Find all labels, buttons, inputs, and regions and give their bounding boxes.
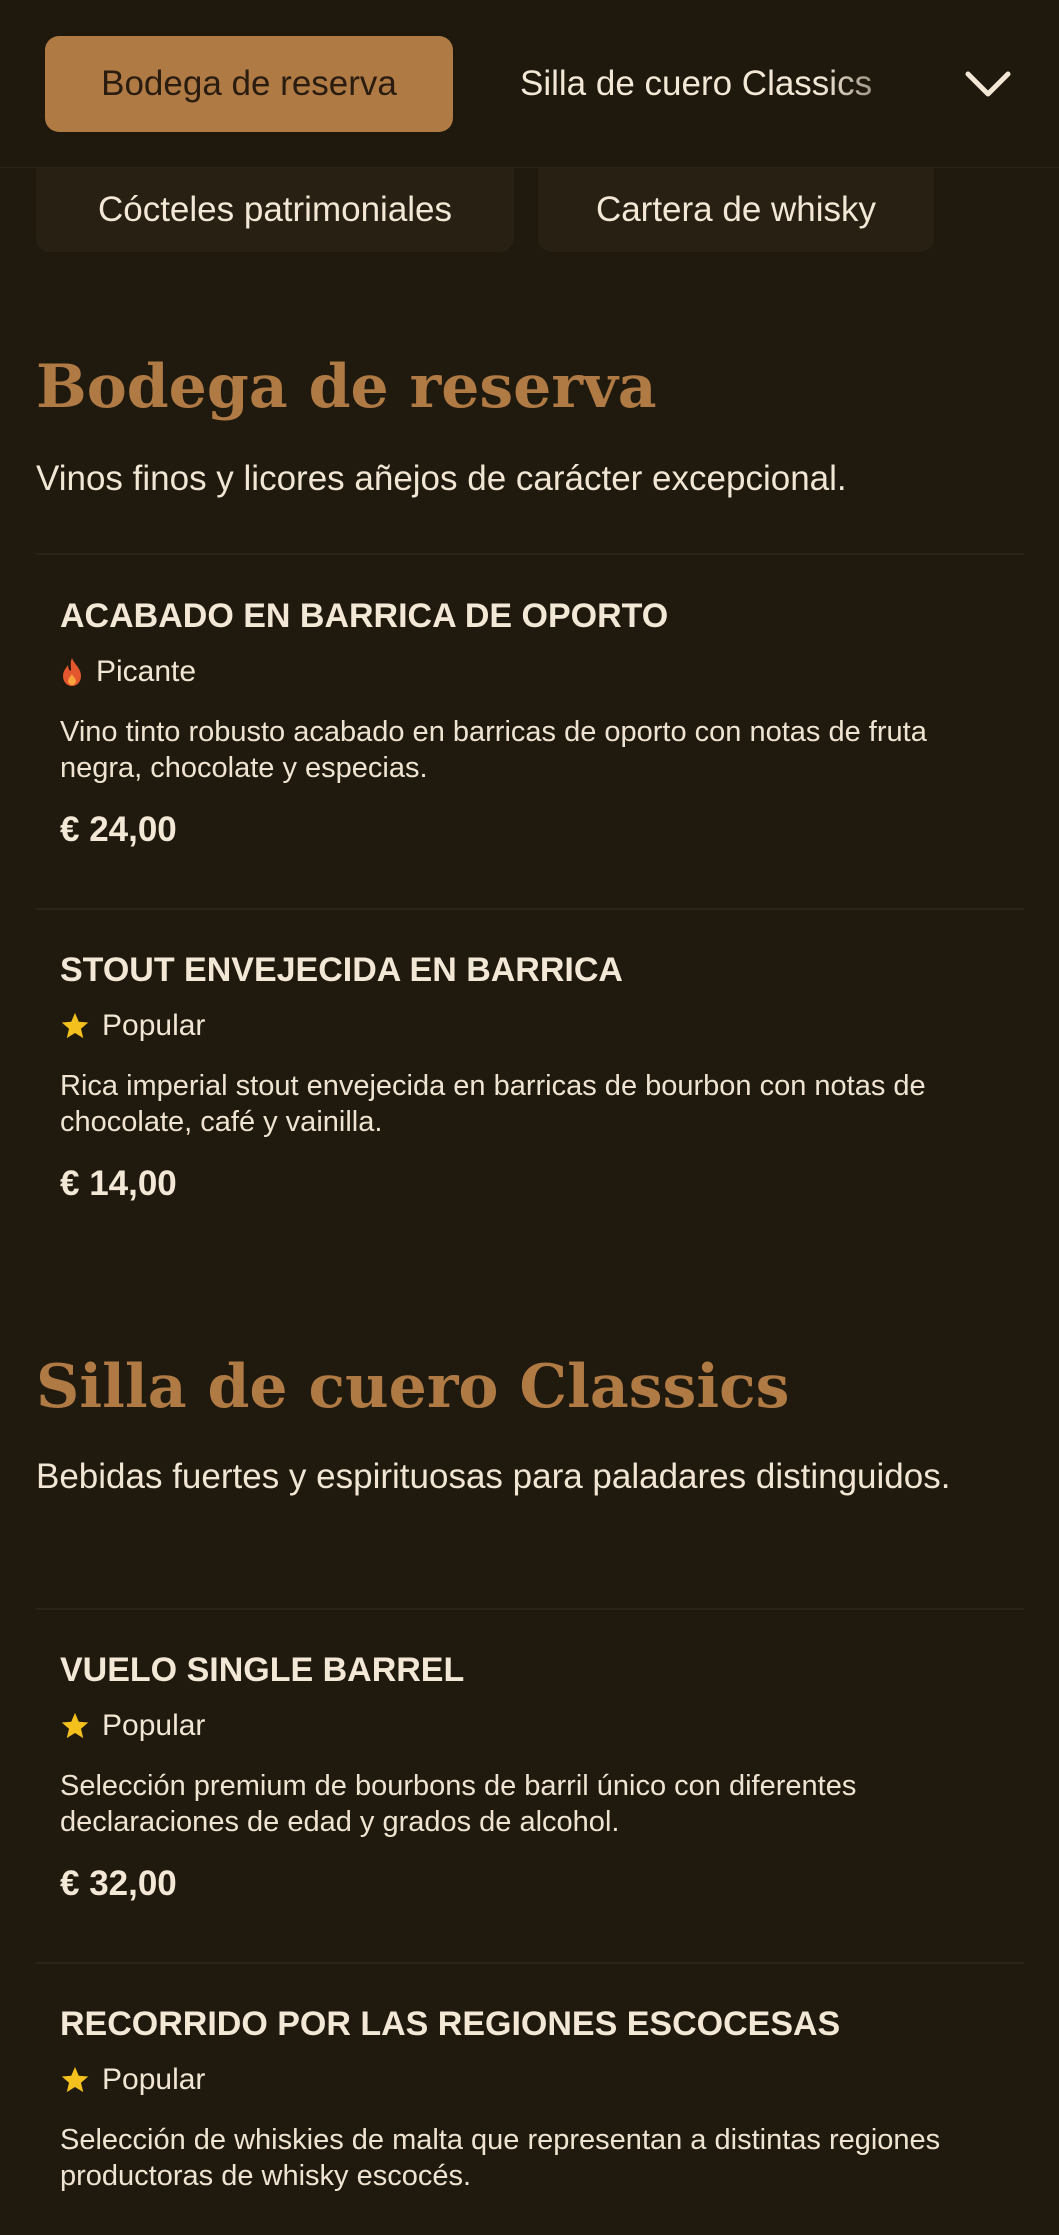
divider [36,553,1024,555]
category-tab-bodega-de-reserva[interactable]: Bodega de reserva [45,36,453,132]
menu-item-vuelo-single-barrel[interactable]: VUELO SINGLE BARREL Popular Selección pr… [60,1648,1000,1908]
divider [36,908,1024,910]
menu-item-recorrido-por-las-regiones-escocesas[interactable]: RECORRIDO POR LAS REGIONES ESCOCESAS Pop… [60,2002,1000,2194]
section-description: Bebidas fuertes y espirituosas para pala… [36,1457,951,1496]
star-icon [61,1012,89,1039]
menu-item-stout-envejecida-en-barrica[interactable]: STOUT ENVEJECIDA EN BARRICA Popular Rica… [60,948,1000,1208]
item-name: VUELO SINGLE BARREL [60,1651,465,1689]
item-name: STOUT ENVEJECIDA EN BARRICA [60,951,623,989]
section-title-silla-de-cuero-classics: Silla de cuero Classics [36,1352,790,1422]
item-name: ACABADO EN BARRICA DE OPORTO [60,597,669,635]
badge-label: Popular [102,1009,206,1042]
menu-item-acabado-en-barrica-de-oporto[interactable]: ACABADO EN BARRICA DE OPORTO Picante Vin… [60,594,1000,854]
divider [36,1962,1024,1964]
category-tab-cartera-de-whisky[interactable]: Cartera de whisky [538,168,934,252]
badge-label: Popular [102,1709,206,1742]
category-tab-cocteles-patrimoniales[interactable]: Cócteles patrimoniales [36,168,514,252]
section-description: Vinos finos y licores añejos de carácter… [36,459,847,498]
item-badge-popular: Popular [60,1706,1000,1746]
item-description: Selección premium de bourbons de barril … [60,1770,857,1838]
item-description: Selección de whiskies de malta que repre… [60,2124,941,2192]
section-title-bodega-de-reserva: Bodega de reserva [36,352,657,422]
item-description: Rica imperial stout envejecida en barric… [60,1070,926,1138]
star-icon [61,2066,89,2093]
badge-label: Picante [96,655,197,688]
flame-icon [63,658,81,686]
item-badge-popular: Popular [60,2060,1000,2100]
star-icon [61,1712,89,1739]
item-price: € 14,00 [60,1164,177,1203]
item-description: Vino tinto robusto acabado en barricas d… [60,716,927,784]
chevron-down-icon[interactable] [960,62,1016,106]
category-tab-silla-de-cuero-classics[interactable]: Silla de cuero Classics [520,36,920,132]
category-nav-bar: Bodega de reserva Silla de cuero Classic… [0,0,1059,168]
badge-label: Popular [102,2063,206,2096]
item-price: € 24,00 [60,810,177,849]
item-badge-popular: Popular [60,1006,1000,1046]
item-price: € 32,00 [60,1864,177,1903]
item-badge-spicy: Picante [60,652,1000,692]
divider [36,1608,1024,1610]
item-name: RECORRIDO POR LAS REGIONES ESCOCESAS [60,2005,841,2043]
